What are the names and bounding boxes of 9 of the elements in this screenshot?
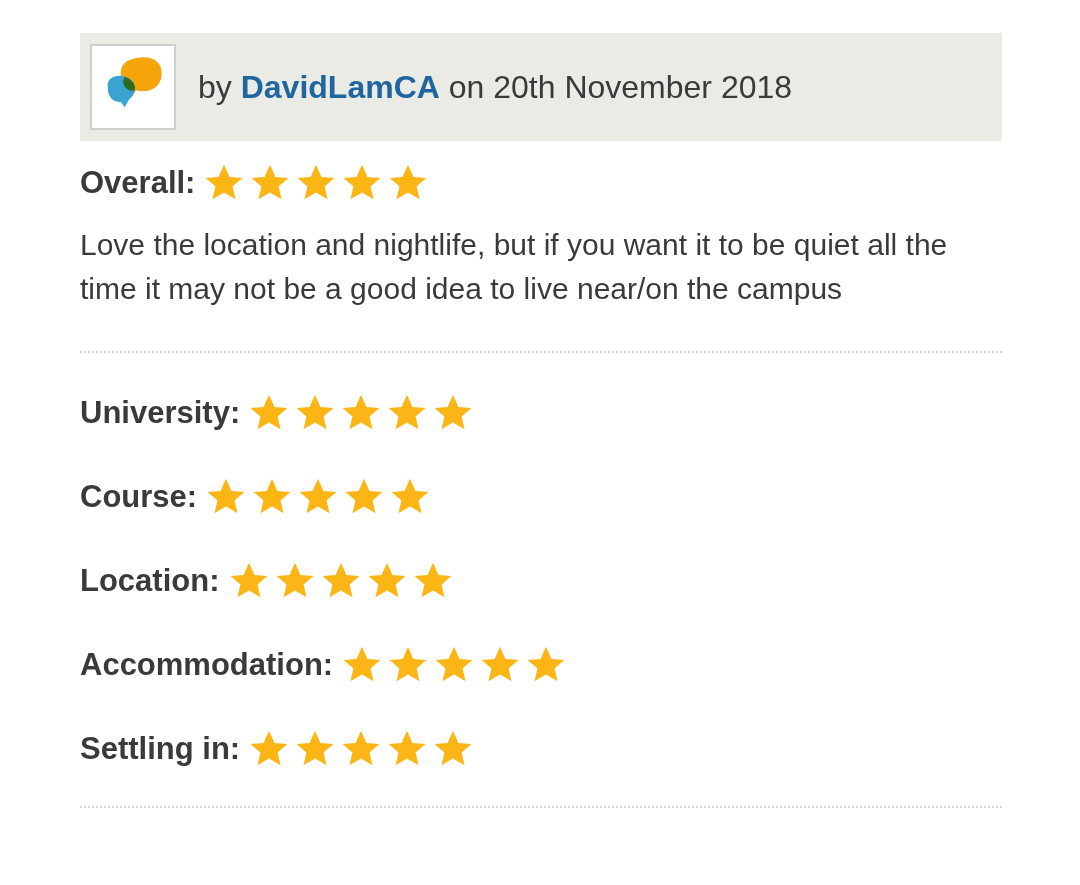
chat-bubbles-icon [90,44,176,130]
rating-label: Course: [80,479,198,515]
rating-label: University: [80,395,241,431]
rating-label: Settling in: [80,731,241,767]
rating-label: Accommodation: [80,647,334,683]
rating-label: Overall: [80,165,196,201]
rating-label: Location: [80,563,220,599]
byline-text: by DavidLamCA on 20th November 2018 [198,68,793,106]
review-text: Love the location and nightlife, but if you want it to be quiet all the time it may not be a good idea to live near/on the campus [80,227,949,307]
